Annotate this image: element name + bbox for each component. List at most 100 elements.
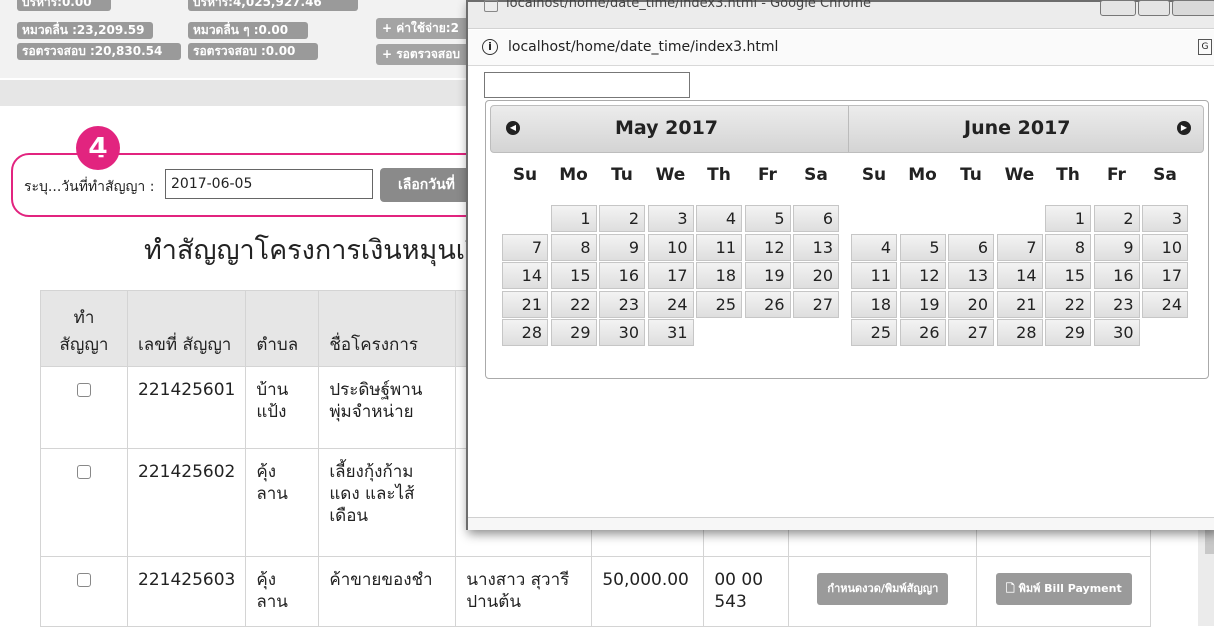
weekday-label: Sa: [1153, 165, 1177, 185]
calendar-day[interactable]: 27: [948, 319, 994, 346]
calendar-day[interactable]: 21: [502, 290, 548, 318]
calendar-day[interactable]: 11: [696, 233, 742, 261]
calendar-day[interactable]: 16: [1093, 262, 1140, 289]
translate-icon[interactable]: G: [1198, 39, 1212, 55]
calendar-day[interactable]: 1: [1045, 205, 1091, 232]
badge-pending-1: รอตรวจสอบ :20,830.54: [17, 43, 181, 60]
print-bill-payment-button[interactable]: 🗋 พิมพ์ Bill Payment: [995, 573, 1132, 605]
calendar-day[interactable]: 3: [1142, 205, 1188, 232]
calendar-day[interactable]: 16: [599, 262, 645, 289]
badge-admin-2: บริหาร:4,025,927.46: [188, 0, 358, 11]
calendar-day[interactable]: 29: [550, 319, 597, 346]
next-month-icon[interactable]: ▶: [1177, 121, 1191, 135]
info-icon[interactable]: i: [482, 39, 498, 55]
popup-titlebar[interactable]: localhost/home/date_time/index3.html - G…: [468, 0, 1214, 29]
calendar-day[interactable]: 12: [899, 262, 946, 289]
month-title-june: June 2017: [964, 117, 1071, 139]
calendar-day[interactable]: 6: [793, 205, 839, 232]
minimize-button[interactable]: [1100, 0, 1136, 16]
url-text[interactable]: localhost/home/date_time/index3.html: [508, 39, 778, 55]
calendar-day[interactable]: 7: [996, 233, 1043, 261]
calendar-day[interactable]: 17: [1142, 262, 1188, 289]
popup-window-title: localhost/home/date_time/index3.html - G…: [506, 0, 872, 11]
calendar-day[interactable]: 15: [1045, 262, 1091, 289]
calendar-day[interactable]: 14: [996, 262, 1043, 289]
contract-checkbox[interactable]: [77, 383, 91, 397]
calendar-day[interactable]: 11: [851, 262, 897, 289]
date-text-input[interactable]: [484, 72, 690, 98]
calendar-day[interactable]: 12: [744, 233, 791, 261]
add-pending-button[interactable]: + รอตรวจสอบ: [376, 44, 470, 65]
calendar-day[interactable]: 25: [696, 290, 742, 318]
calendar-day[interactable]: 26: [899, 319, 946, 346]
header-contract-no: เลขที่ สัญญา: [126, 290, 247, 367]
calendar-day[interactable]: 15: [550, 262, 597, 289]
calendar-day[interactable]: 9: [599, 233, 645, 261]
calendar-day[interactable]: 24: [1142, 290, 1188, 318]
calendar-day[interactable]: 27: [793, 290, 839, 318]
calendar-day[interactable]: 9: [1093, 233, 1140, 261]
schedule-print-contract-button[interactable]: กำหนดงวด/พิมพ์สัญญา: [817, 573, 949, 605]
calendar-day[interactable]: 13: [793, 233, 839, 261]
calendar-day[interactable]: 17: [647, 262, 694, 289]
checkbox-cell: [40, 556, 128, 627]
calendar-day[interactable]: 21: [996, 290, 1043, 318]
calendar-day[interactable]: 28: [996, 319, 1043, 346]
calendar-day[interactable]: 28: [502, 319, 548, 346]
calendar-day[interactable]: 30: [1093, 319, 1140, 346]
calendar-day[interactable]: 20: [793, 262, 839, 289]
select-date-button[interactable]: เลือกวันที่: [380, 168, 470, 202]
calendar-day[interactable]: 30: [599, 319, 645, 346]
subdistrict: บ้าน แป้ง: [245, 366, 320, 449]
address-bar: i localhost/home/date_time/index3.html G: [468, 30, 1214, 66]
calendar-day[interactable]: 8: [1045, 233, 1091, 261]
calendar-day[interactable]: 5: [899, 233, 946, 261]
calendar-day[interactable]: 4: [851, 233, 897, 261]
table-row: 221425603 คุ้ง ลาน ค้าขายของชำ นางสาว สุ…: [40, 556, 1152, 627]
calendar-day[interactable]: 18: [851, 290, 897, 318]
calendar-day[interactable]: 2: [599, 205, 645, 232]
calendar-day[interactable]: 7: [502, 233, 548, 261]
calendar-day[interactable]: 6: [948, 233, 994, 261]
calendar-day[interactable]: 2: [1093, 205, 1140, 232]
calendar-day[interactable]: 3: [647, 205, 694, 232]
maximize-button[interactable]: [1138, 0, 1170, 16]
weekday-label: Tu: [960, 165, 982, 185]
calendar-day[interactable]: 19: [899, 290, 946, 318]
prev-month-icon[interactable]: ◀: [506, 121, 520, 135]
datepicker: ◀ May 2017 June 2017 ▶ Su Mo Tu We Th Fr Sa Su M…: [485, 100, 1209, 379]
calendar-day[interactable]: 22: [1045, 290, 1091, 318]
add-expense-button[interactable]: + ค่าใช้จ่าย:2: [376, 18, 470, 39]
calendar-day[interactable]: 1: [550, 205, 597, 232]
datepicker-header: ◀ May 2017 June 2017 ▶: [490, 105, 1204, 153]
weekday-label: Mo: [908, 165, 937, 185]
contract-checkbox[interactable]: [77, 573, 91, 587]
calendar-day[interactable]: 13: [948, 262, 994, 289]
calendar-day[interactable]: 26: [744, 290, 791, 318]
weekday-label: Sa: [804, 165, 828, 185]
calendar-day[interactable]: 4: [696, 205, 742, 232]
popup-statusbar: [468, 517, 1214, 530]
project-name: ประดิษฐ์พาน พุ่มจำหน่าย: [318, 366, 457, 449]
calendar-day[interactable]: 14: [502, 262, 548, 289]
contract-date-input[interactable]: 2017-06-05: [165, 169, 373, 199]
contract-checkbox[interactable]: [77, 465, 91, 479]
calendar-day[interactable]: 29: [1045, 319, 1091, 346]
project-name: ค้าขายของชำ: [318, 556, 457, 627]
contract-date-label: ระบุ...วันที่ทำสัญญา :: [24, 179, 155, 195]
calendar-day[interactable]: 18: [696, 262, 742, 289]
calendar-day[interactable]: 31: [647, 319, 694, 346]
calendar-day[interactable]: 10: [647, 233, 694, 261]
calendar-day[interactable]: 25: [851, 319, 897, 346]
calendar-day[interactable]: 22: [550, 290, 597, 318]
calendar-day[interactable]: 19: [744, 262, 791, 289]
calendar-day[interactable]: 20: [948, 290, 994, 318]
calendar-day[interactable]: 23: [599, 290, 645, 318]
calendar-day[interactable]: 10: [1142, 233, 1188, 261]
calendar-day[interactable]: 23: [1093, 290, 1140, 318]
calendar-day[interactable]: 24: [647, 290, 694, 318]
close-button[interactable]: [1172, 0, 1214, 16]
calendar-day[interactable]: 8: [550, 233, 597, 261]
page-scrollbar-thumb[interactable]: [1205, 530, 1214, 554]
calendar-day[interactable]: 5: [744, 205, 791, 232]
